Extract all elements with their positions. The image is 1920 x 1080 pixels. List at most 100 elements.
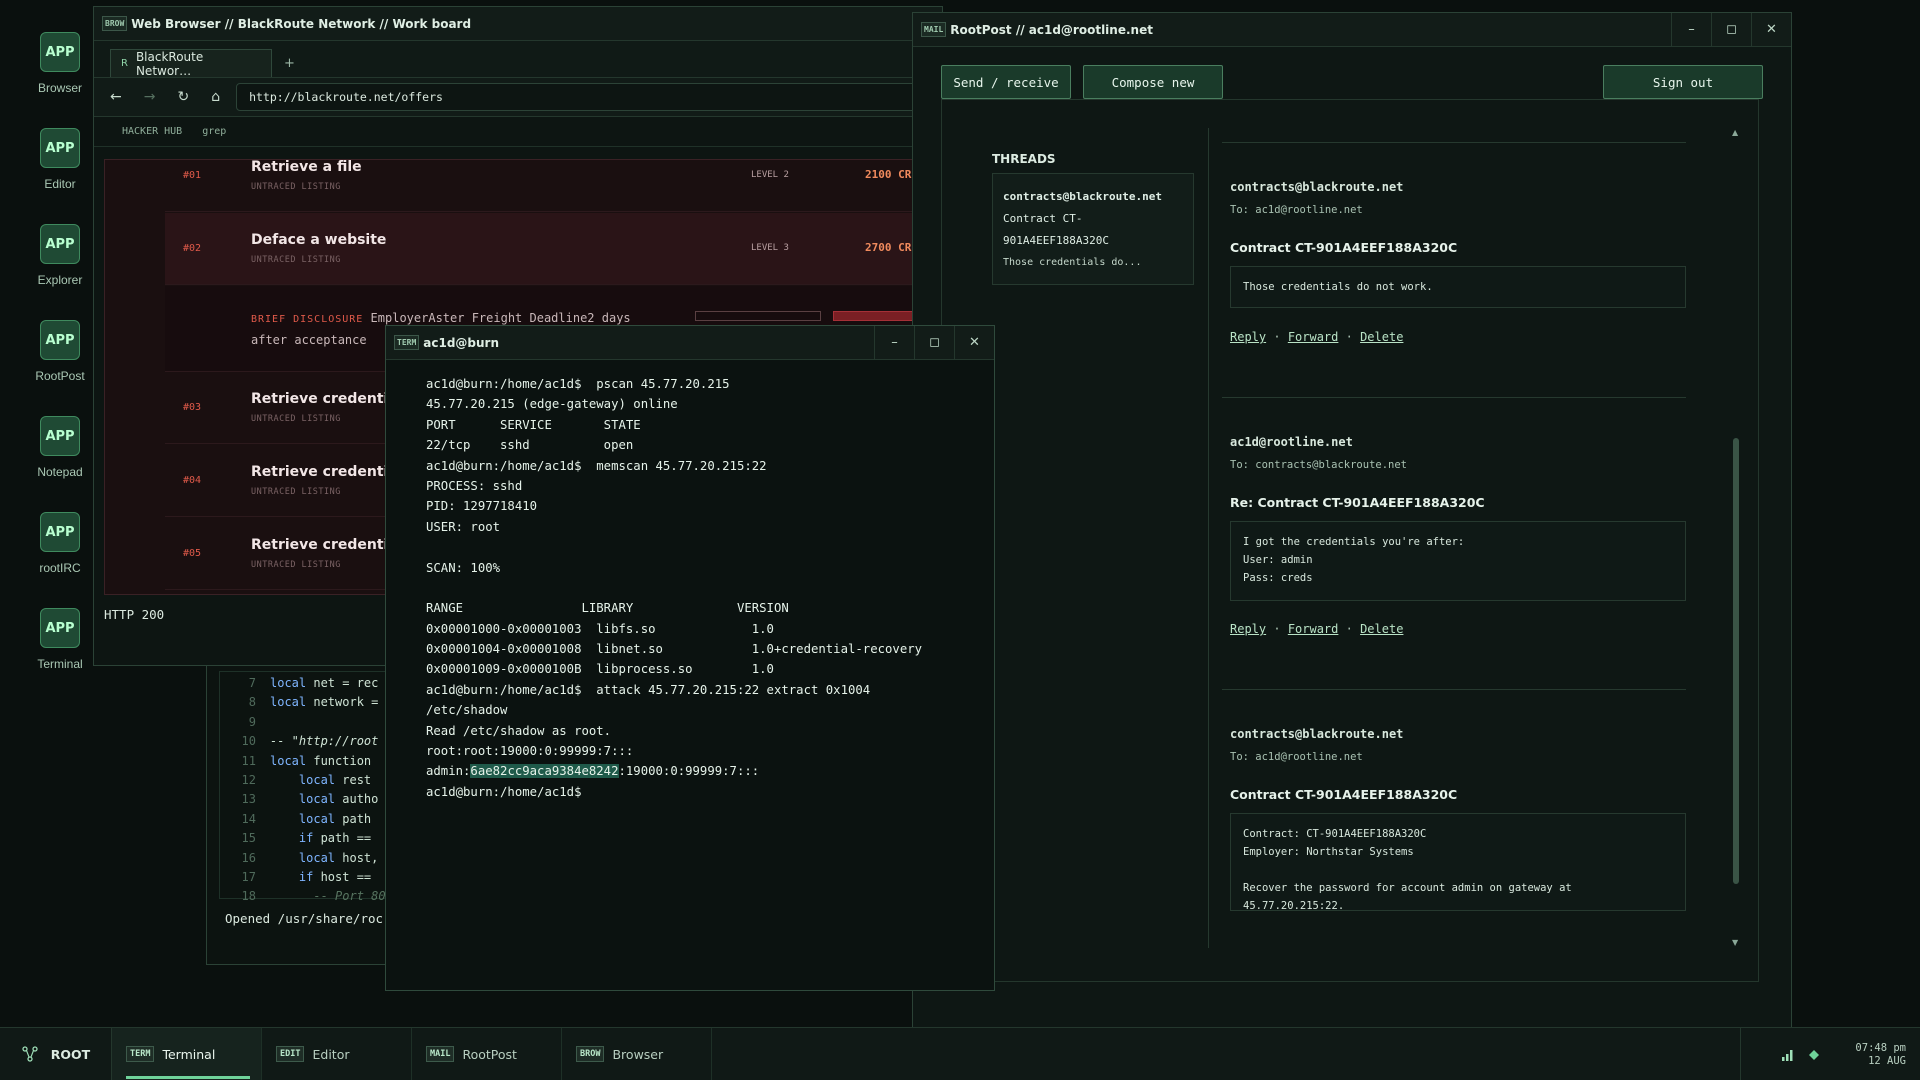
- offer-number: #05: [183, 548, 202, 559]
- favicon-icon: R: [121, 58, 128, 69]
- scroll-down-icon[interactable]: ▼: [1732, 938, 1738, 947]
- signal-icon[interactable]: [1781, 1048, 1795, 1062]
- compose-button[interactable]: Compose new: [1083, 65, 1223, 99]
- app-tile: APP: [40, 416, 80, 456]
- taskbar-item-browser[interactable]: BROW Browser: [562, 1027, 712, 1080]
- bookmark-grep[interactable]: grep: [202, 126, 226, 137]
- browser-tabbar: R BlackRoute Networ… +: [94, 41, 942, 78]
- code-comment: -- "http://root: [270, 734, 379, 749]
- code-text: host,: [335, 850, 379, 865]
- brief-tag: BRIEF DISCLOSURE: [251, 314, 364, 325]
- clock[interactable]: 07:48 pm 12 AUG: [1855, 1042, 1906, 1068]
- message-list[interactable]: contracts@blackroute.net To: ac1d@rootli…: [1222, 128, 1706, 953]
- desktop-icon-browser[interactable]: APP Browser: [20, 32, 100, 95]
- terminal-line: ac1d@burn:/home/ac1d$ attack 45.77.20.21…: [426, 682, 871, 697]
- rootpost-window[interactable]: MAIL RootPost // ac1d@rootline.net – ◻ ✕…: [912, 12, 1792, 1028]
- offer-subtitle: UNTRACED LISTING: [251, 487, 341, 497]
- maximize-icon[interactable]: ◻: [1711, 13, 1751, 47]
- line-number: 10: [241, 734, 256, 749]
- app-tile: APP: [40, 128, 80, 168]
- code-text: function: [306, 753, 372, 768]
- terminal-line: USER: root: [426, 519, 501, 534]
- rootpost-titlebar[interactable]: MAIL RootPost // ac1d@rootline.net – ◻ ✕: [913, 13, 1791, 47]
- forward-arrow-icon[interactable]: →: [144, 89, 156, 105]
- reload-icon[interactable]: ↻: [177, 89, 189, 105]
- decline-button[interactable]: [695, 311, 821, 321]
- code-keyword: local: [298, 811, 336, 826]
- terminal-line: 0x00001009-0x0000100B libprocess.so 1.0: [426, 662, 774, 677]
- reply-link[interactable]: Reply: [1230, 622, 1266, 636]
- minimize-icon[interactable]: –: [1671, 13, 1711, 47]
- message-from: contracts@blackroute.net: [1230, 180, 1404, 194]
- scrollbar-thumb[interactable]: [1733, 438, 1739, 884]
- code-keyword: local: [298, 772, 336, 787]
- reply-link[interactable]: Reply: [1230, 330, 1266, 344]
- editor-icon: EDIT: [276, 1046, 305, 1062]
- divider: [1222, 397, 1686, 398]
- terminal-output[interactable]: ac1d@burn:/home/ac1d$ pscan 45.77.20.215…: [386, 360, 994, 816]
- code-text: autho: [335, 792, 379, 807]
- message-body: Contract: CT-901A4EEF188A320C Employer: …: [1230, 813, 1686, 912]
- terminal-line: 45.77.20.215 (edge-gateway) online: [426, 397, 678, 412]
- thread-from: contracts@blackroute.net: [1003, 190, 1162, 203]
- taskbar-item-editor[interactable]: EDIT Editor: [262, 1027, 412, 1080]
- code-text: net = rec: [306, 676, 379, 690]
- send-receive-button[interactable]: Send / receive: [941, 65, 1071, 99]
- code-text: host ==: [313, 869, 372, 884]
- maximize-icon[interactable]: ◻: [914, 326, 954, 360]
- terminal-prompt[interactable]: ac1d@burn:/home/ac1d$: [426, 782, 954, 802]
- divider: [1208, 128, 1209, 948]
- desktop-icon-explorer[interactable]: APP Explorer: [20, 224, 100, 287]
- browser-tab[interactable]: R BlackRoute Networ…: [110, 49, 272, 78]
- desktop-icon-rootpost[interactable]: APP RootPost: [20, 320, 100, 383]
- root-label: ROOT: [50, 1046, 91, 1062]
- offer-subtitle: UNTRACED LISTING: [251, 182, 341, 192]
- terminal-titlebar[interactable]: TERM ac1d@burn – ◻ ✕: [386, 326, 994, 360]
- scrollbar[interactable]: ▲ ▼: [1732, 128, 1740, 950]
- terminal-line: admin:6ae82cc9aca9384e8242:19000:0:99999…: [426, 761, 954, 781]
- taskbar-item-rootpost[interactable]: MAIL RootPost: [412, 1027, 562, 1080]
- minimize-icon[interactable]: –: [874, 326, 914, 360]
- browser-titlebar[interactable]: BROW Web Browser // BlackRoute Network /…: [94, 7, 942, 41]
- offer-number: #03: [183, 402, 202, 413]
- selected-hash[interactable]: 6ae82cc9aca9384e8242: [470, 764, 619, 779]
- taskbar-item-label: Editor: [312, 1046, 350, 1062]
- network-status-icon[interactable]: [1809, 1049, 1819, 1060]
- thread-item[interactable]: contracts@blackroute.net Contract CT- 90…: [992, 173, 1194, 285]
- line-number: 15: [241, 831, 256, 846]
- new-tab-button[interactable]: +: [284, 56, 295, 71]
- browser-navbar: ← → ↻ ⌂ http://blackroute.net/offers: [94, 77, 942, 117]
- bookmark-hacker-hub[interactable]: HACKER HUB: [122, 126, 182, 137]
- terminal-line: ac1d@burn:/home/ac1d$ pscan 45.77.20.215: [426, 377, 730, 391]
- terminal-line: 0x00001000-0x00001003 libfs.so 1.0: [426, 621, 774, 636]
- desktop-icon-notepad[interactable]: APP Notepad: [20, 416, 100, 479]
- delete-link[interactable]: Delete: [1360, 330, 1403, 344]
- delete-link[interactable]: Delete: [1360, 622, 1403, 636]
- terminal-window[interactable]: TERM ac1d@burn – ◻ ✕ ac1d@burn:/home/ac1…: [385, 325, 995, 991]
- taskbar-item-terminal[interactable]: TERM Terminal: [112, 1027, 262, 1080]
- code-keyword: local: [270, 753, 307, 768]
- offer-row[interactable]: #02 Deface a website UNTRACED LISTING LE…: [165, 213, 942, 285]
- desktop-icon-editor[interactable]: APP Editor: [20, 128, 100, 191]
- url-input[interactable]: http://blackroute.net/offers: [236, 83, 926, 111]
- home-icon[interactable]: ⌂: [211, 89, 220, 105]
- sign-out-button[interactable]: Sign out: [1603, 65, 1763, 99]
- desktop-icon-terminal[interactable]: APP Terminal: [20, 608, 100, 671]
- root-logo-icon: [22, 1046, 38, 1062]
- desktop-icon-rootirc[interactable]: APP rootIRC: [20, 512, 100, 575]
- back-arrow-icon[interactable]: ←: [110, 89, 122, 105]
- close-icon[interactable]: ✕: [954, 326, 994, 360]
- terminal-line: PORT SERVICE STATE: [426, 417, 641, 432]
- close-icon[interactable]: ✕: [1751, 13, 1791, 47]
- terminal-line: PROCESS: sshd: [426, 478, 523, 493]
- forward-link[interactable]: Forward: [1288, 330, 1339, 344]
- forward-link[interactable]: Forward: [1288, 622, 1339, 636]
- offer-row[interactable]: #01 Retrieve a file UNTRACED LISTING LEV…: [165, 160, 942, 212]
- terminal-line: SCAN: 100%: [426, 560, 501, 575]
- app-tile: APP: [40, 608, 80, 648]
- scroll-up-icon[interactable]: ▲: [1732, 128, 1738, 137]
- root-menu-button[interactable]: ROOT: [0, 1027, 112, 1080]
